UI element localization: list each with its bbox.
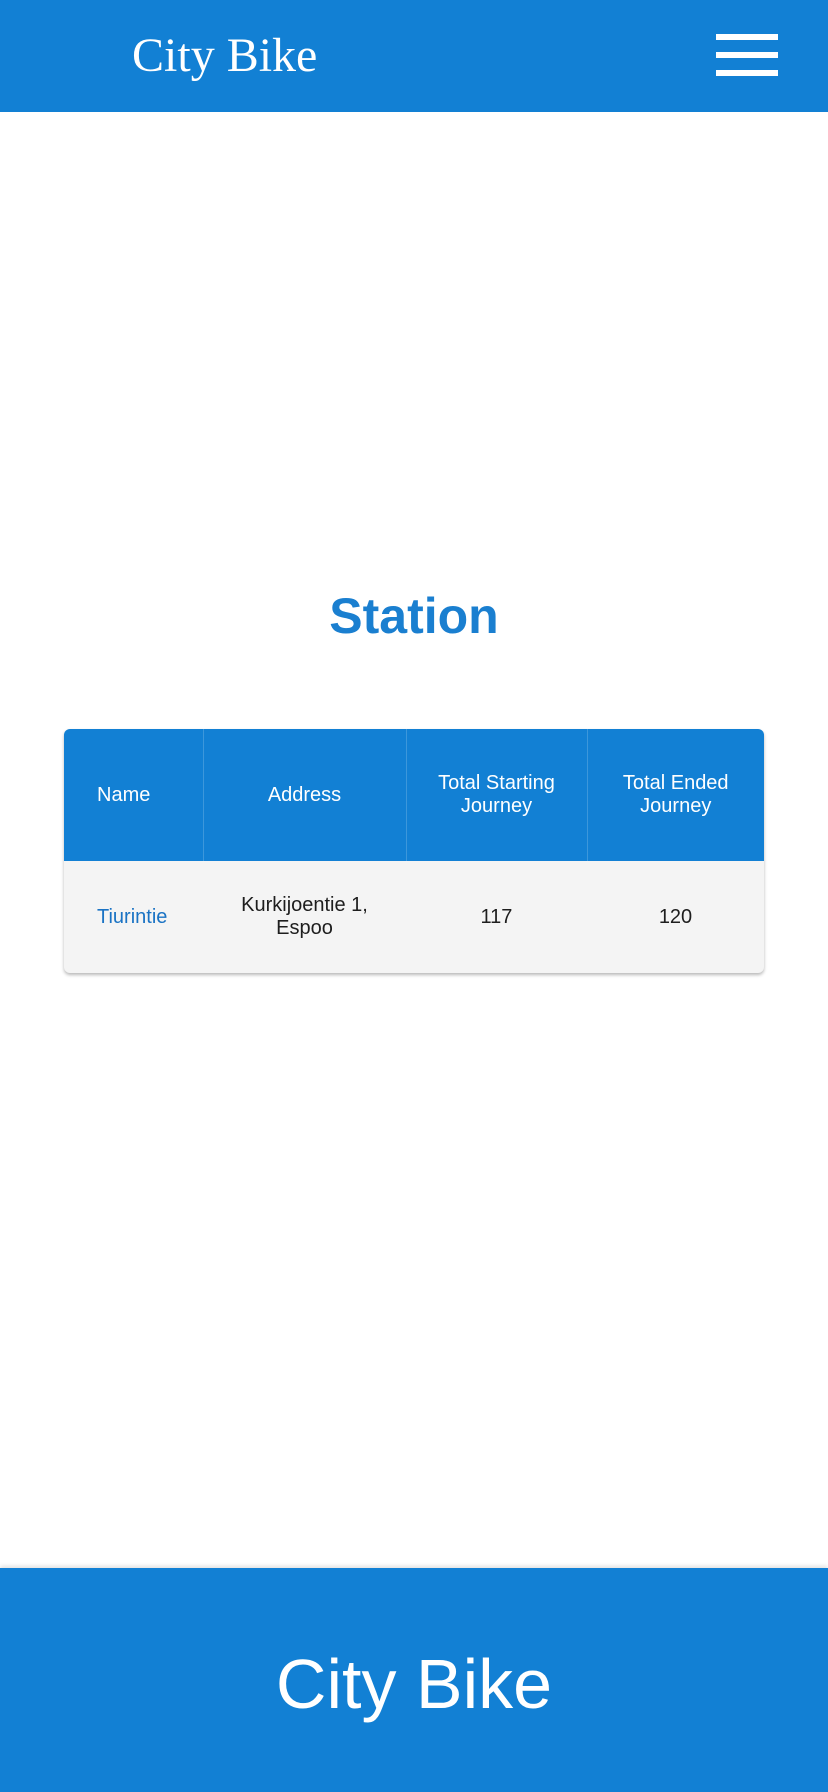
brand-logo-text[interactable]: City Bike (132, 28, 317, 84)
station-table-card: Name Address Total Starting Journey Tota… (64, 729, 764, 973)
hamburger-menu-icon[interactable] (716, 34, 778, 78)
cell-total-starting-journey: 117 (480, 905, 513, 928)
table-body: Tiurintie Kurkijoentie 1, Espoo 117 120 (64, 861, 764, 973)
footer-brand-text: City Bike (275, 1645, 553, 1723)
table-header-row: Name Address Total Starting Journey Tota… (64, 729, 764, 861)
table-row: Tiurintie Kurkijoentie 1, Espoo 117 120 (64, 861, 764, 973)
menu-bar-middle (716, 52, 778, 58)
page-title: Station (329, 588, 499, 644)
column-header-total-starting-journey: Total Starting Journey (406, 729, 588, 861)
column-header-address: Address (203, 729, 407, 861)
menu-bar-bottom (716, 70, 778, 76)
station-table: Name Address Total Starting Journey Tota… (64, 729, 764, 973)
cell-total-ended-journey: 120 (658, 905, 693, 928)
cell-station-name: Tiurintie (64, 861, 203, 973)
column-header-name: Name (64, 729, 204, 861)
footer: City Bike (0, 1568, 828, 1792)
cell-address: Kurkijoentie 1, Espoo (241, 894, 368, 939)
top-app-bar: City Bike (0, 0, 828, 112)
table-header: Name Address Total Starting Journey Tota… (64, 729, 764, 861)
station-name-link[interactable]: Tiurintie (97, 906, 167, 928)
column-header-total-ended-journey: Total Ended Journey (622, 772, 729, 817)
menu-bar-top (716, 34, 778, 40)
